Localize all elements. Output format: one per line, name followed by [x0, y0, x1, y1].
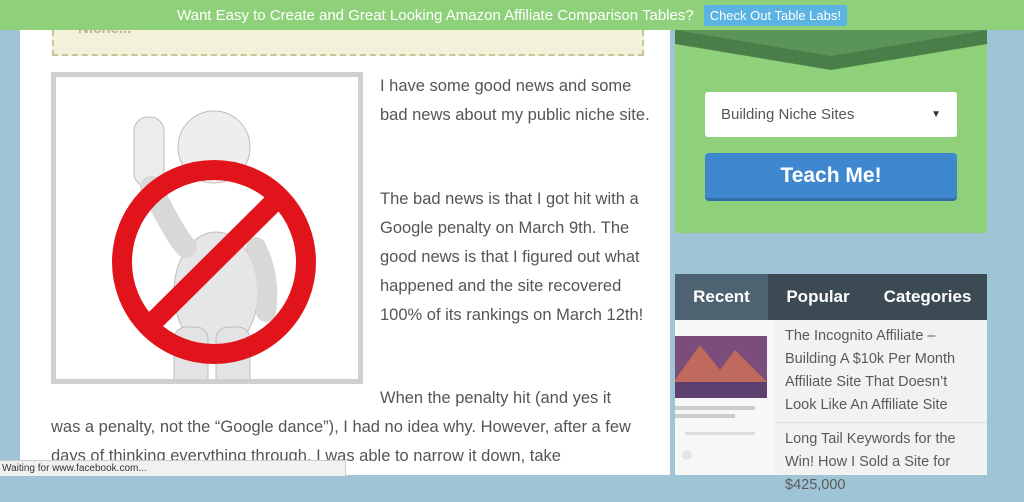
paragraph-intro: I have some good news and some bad news …: [380, 77, 650, 124]
tab-popular[interactable]: Popular: [768, 274, 868, 320]
post-tabs: Recent Popular Categories: [675, 274, 987, 320]
recent-posts-panel: The Incognito Affiliate – Building A $10…: [675, 320, 987, 493]
penalty-illustration: [112, 110, 316, 408]
recent-post-list: The Incognito Affiliate – Building A $10…: [775, 320, 987, 493]
promo-banner: Want Easy to Create and Great Looking Am…: [0, 0, 1024, 30]
recent-post-link[interactable]: Long Tail Keywords for the Win! How I So…: [775, 422, 987, 502]
niche-sites-widget: Building Niche Sites ▼ Teach Me!: [675, 0, 987, 233]
paragraph-penalty-start: When the penalty hit (and yes it: [380, 389, 612, 407]
no-entry-figure-icon: [51, 72, 363, 408]
teach-me-button[interactable]: Teach Me!: [705, 153, 957, 201]
post-thumbnail[interactable]: [675, 320, 775, 475]
table-labs-button[interactable]: Check Out Table Labs!: [703, 4, 847, 26]
paragraph-news: The bad news is that I got hit with a Go…: [380, 190, 644, 324]
recent-post-link[interactable]: The Incognito Affiliate – Building A $10…: [775, 320, 987, 422]
topic-select-value: Building Niche Sites: [721, 106, 855, 123]
chevron-down-icon: ▼: [931, 109, 941, 120]
promo-banner-text: Want Easy to Create and Great Looking Am…: [177, 6, 694, 24]
article-content: Niche... I have some good news and some …: [20, 0, 670, 475]
tab-categories[interactable]: Categories: [868, 274, 987, 320]
tab-recent[interactable]: Recent: [675, 274, 768, 320]
topic-select[interactable]: Building Niche Sites ▼: [705, 92, 957, 137]
browser-status-bar: Waiting for www.facebook.com...: [0, 460, 346, 476]
